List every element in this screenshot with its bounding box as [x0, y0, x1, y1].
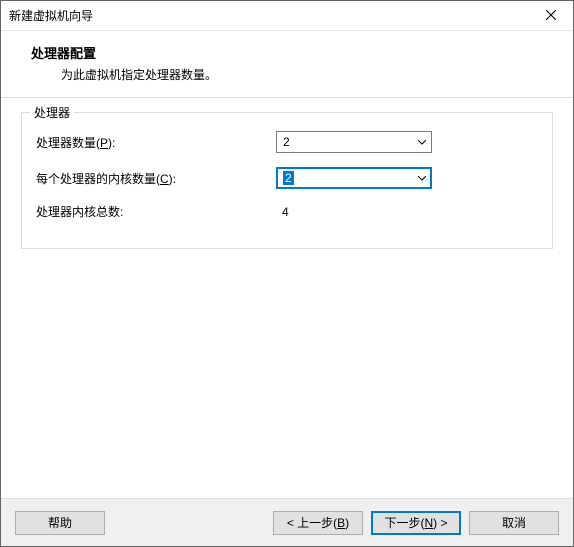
- label-total-cores: 处理器内核总数:: [36, 203, 276, 220]
- value-total-cores: 4: [276, 205, 289, 219]
- window-title: 新建虚拟机向导: [9, 7, 528, 24]
- header-description: 为此虚拟机指定处理器数量。: [31, 66, 553, 83]
- row-total-cores: 处理器内核总数: 4: [36, 203, 538, 220]
- chevron-down-icon: [417, 137, 427, 147]
- processor-groupbox: 处理器 处理器数量(P): 2 每个处理器的内核数量(C): 2: [21, 112, 553, 249]
- row-cores: 每个处理器的内核数量(C): 2: [36, 167, 538, 189]
- back-button[interactable]: < 上一步(B): [273, 511, 363, 535]
- row-processors: 处理器数量(P): 2: [36, 131, 538, 153]
- combo-processors[interactable]: 2: [276, 131, 432, 153]
- wizard-footer: 帮助 < 上一步(B) 下一步(N) > 取消: [1, 498, 573, 546]
- close-icon: [546, 9, 556, 23]
- cancel-button[interactable]: 取消: [469, 511, 559, 535]
- label-cores: 每个处理器的内核数量(C):: [36, 170, 276, 187]
- combo-cores-value: 2: [283, 171, 294, 185]
- help-button[interactable]: 帮助: [15, 511, 105, 535]
- combo-processors-value: 2: [283, 135, 290, 149]
- titlebar: 新建虚拟机向导: [1, 1, 573, 31]
- groupbox-legend: 处理器: [30, 104, 74, 121]
- wizard-window: 新建虚拟机向导 处理器配置 为此虚拟机指定处理器数量。 处理器 处理器数量(P)…: [0, 0, 574, 547]
- chevron-down-icon: [417, 173, 427, 183]
- content-area: 处理器 处理器数量(P): 2 每个处理器的内核数量(C): 2: [1, 98, 573, 498]
- combo-cores[interactable]: 2: [276, 167, 432, 189]
- close-button[interactable]: [528, 1, 573, 30]
- wizard-header: 处理器配置 为此虚拟机指定处理器数量。: [1, 31, 573, 98]
- next-button[interactable]: 下一步(N) >: [371, 511, 461, 535]
- header-title: 处理器配置: [31, 43, 553, 62]
- label-processors: 处理器数量(P):: [36, 134, 276, 151]
